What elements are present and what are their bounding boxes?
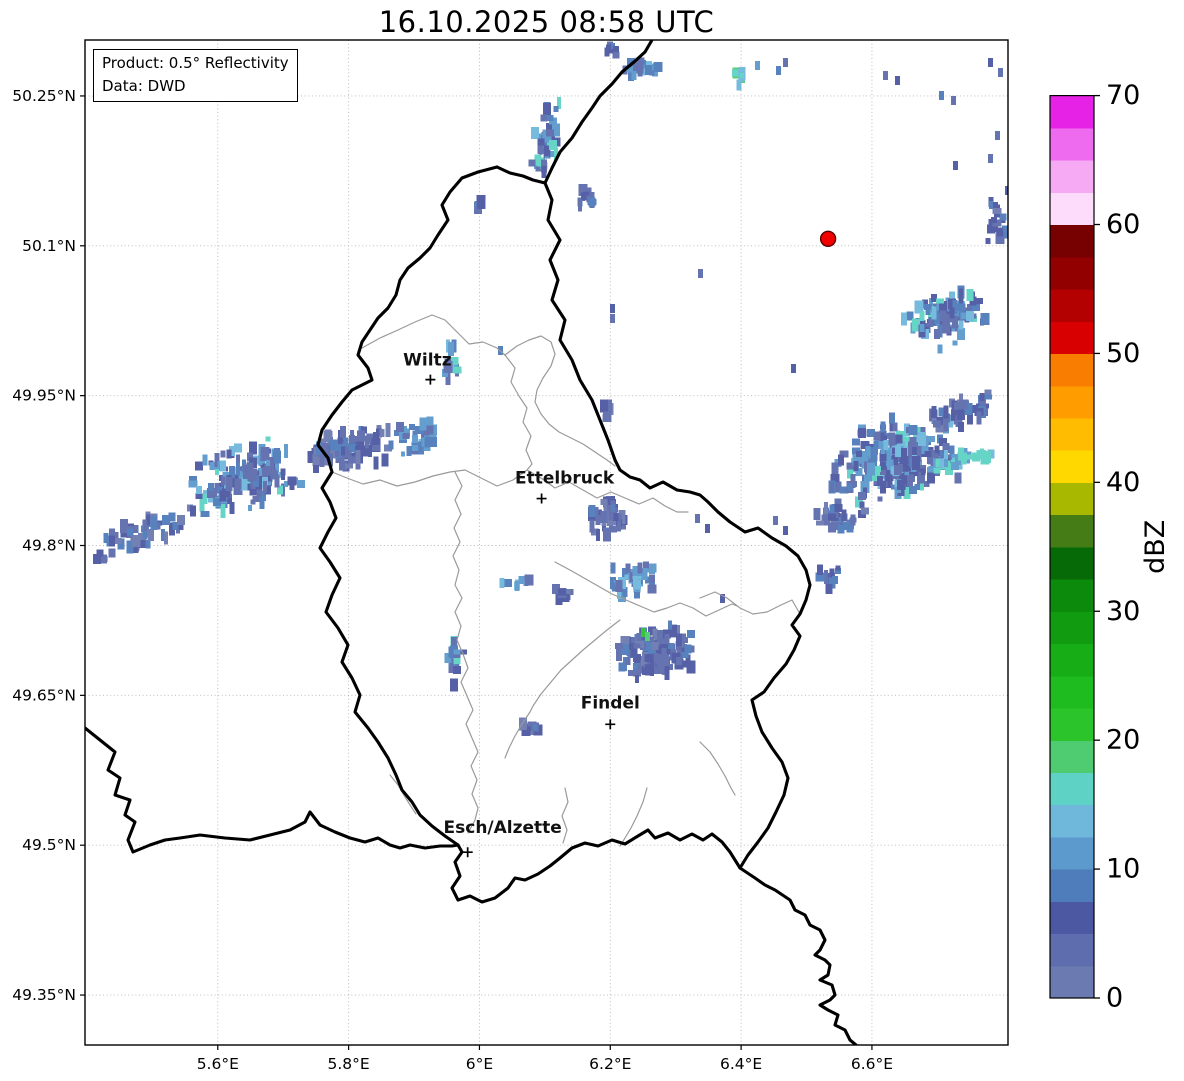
city-findel: Findel bbox=[581, 693, 640, 730]
city-label: Wiltz bbox=[403, 351, 452, 371]
map-frame bbox=[84, 39, 1009, 1046]
data-source-line: Data: DWD bbox=[102, 76, 186, 95]
x-tick-label: 5.6°E bbox=[197, 1055, 239, 1073]
product-line: Product: 0.5° Reflectivity bbox=[102, 54, 289, 72]
city-wiltz: Wiltz bbox=[403, 351, 452, 385]
colorbar-tick-label: 70 bbox=[1106, 80, 1140, 111]
axis-labels: 5.6°E 5.8°E 6°E 6.2°E 6.4°E 6.6°E 50.25°N 50.1°… bbox=[12, 87, 893, 1073]
colorbar: 0 10 20 30 40 50 60 70 dBZ bbox=[1049, 80, 1171, 1014]
city-marker-icon bbox=[536, 493, 547, 504]
city-label: Findel bbox=[581, 693, 640, 713]
x-tick-label: 6°E bbox=[466, 1055, 493, 1073]
colorbar-tick-label: 30 bbox=[1106, 596, 1140, 627]
y-tick-label: 49.95°N bbox=[12, 387, 76, 405]
colorbar-tick-label: 60 bbox=[1106, 209, 1140, 240]
colorbar-tick-label: 50 bbox=[1106, 338, 1140, 369]
radar-echoes bbox=[93, 41, 1008, 736]
y-tick-label: 49.8°N bbox=[22, 536, 76, 554]
colorbar-tick-label: 40 bbox=[1106, 467, 1140, 498]
city-label: Esch/Alzette bbox=[444, 818, 562, 838]
colorbar-tick-label: 10 bbox=[1106, 854, 1140, 885]
y-tick-label: 50.1°N bbox=[22, 237, 76, 255]
country-borders bbox=[85, 40, 858, 1045]
y-tick-label: 49.65°N bbox=[12, 686, 76, 704]
radar-dashboard: 16.10.2025 08:58 UTC Wiltz Ettelbruck Find… bbox=[0, 0, 1184, 1081]
map-inner: Wiltz Ettelbruck Findel Esch/Alzette bbox=[85, 40, 1008, 1045]
product-info-box: Product: 0.5° Reflectivity Data: DWD bbox=[93, 49, 298, 102]
grid-lines bbox=[85, 40, 1008, 1045]
x-tick-label: 6.6°E bbox=[851, 1055, 893, 1073]
city-marker-icon bbox=[462, 847, 473, 858]
x-tick-label: 6.4°E bbox=[720, 1055, 762, 1073]
map-axes: WiltzEttelbruckFindelEsch/Alzette5.6°E 5.… bbox=[12, 39, 1009, 1073]
city-label: Ettelbruck bbox=[515, 469, 615, 489]
x-tick-label: 5.8°E bbox=[328, 1055, 370, 1073]
y-tick-label: 49.35°N bbox=[12, 986, 76, 1004]
city-marker-icon bbox=[605, 719, 616, 730]
x-tick-label: 6.2°E bbox=[589, 1055, 631, 1073]
city-marker-icon bbox=[425, 374, 436, 385]
district-borders bbox=[331, 314, 801, 847]
radar-plot: WiltzEttelbruckFindelEsch/Alzette5.6°E 5.… bbox=[12, 39, 1171, 1073]
y-tick-label: 50.25°N bbox=[12, 87, 76, 105]
y-tick-label: 49.5°N bbox=[22, 836, 76, 854]
colorbar-tick-label: 0 bbox=[1106, 983, 1123, 1014]
city-ettelbruck: Ettelbruck bbox=[515, 469, 615, 504]
colorbar-axis-label: dBZ bbox=[1140, 520, 1171, 574]
radar-site-marker bbox=[819, 230, 837, 248]
colorbar-tick-label: 20 bbox=[1106, 725, 1140, 756]
